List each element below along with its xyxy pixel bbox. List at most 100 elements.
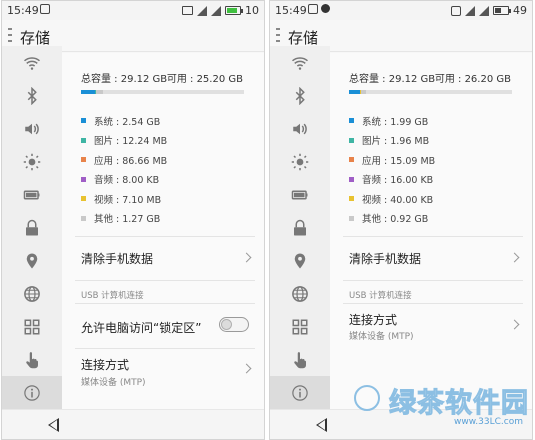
check-notification-icon	[321, 4, 330, 13]
lock-icon	[291, 219, 309, 237]
wifi-icon	[23, 54, 41, 72]
legend-swatch	[81, 118, 86, 124]
settings-category-sidebar	[2, 46, 62, 409]
info-icon	[291, 384, 309, 402]
cell-signal-icon	[479, 5, 489, 16]
image-notification-icon	[308, 4, 318, 14]
legend-item-pictures: 图片 : 1.96 MB	[349, 131, 435, 151]
legend-swatch	[81, 196, 86, 202]
storage-legend: 系统 : 2.54 GB 图片 : 12.24 MB 应用 : 86.66 MB 音频…	[81, 111, 167, 228]
sidebar-category-wifi[interactable]	[2, 46, 62, 79]
legend-swatch	[349, 176, 354, 182]
legend-item-apps: 应用 : 15.09 MB	[349, 150, 435, 170]
legend-label: 图片 : 12.24 MB	[94, 136, 168, 148]
usage-segment-system	[81, 90, 96, 94]
bluetooth-icon	[23, 86, 41, 105]
sidebar-category-location[interactable]	[2, 244, 62, 277]
status-bar: 15:49 49	[270, 1, 532, 20]
battery-icon	[493, 6, 511, 15]
sidebar-category-location[interactable]	[270, 244, 330, 277]
legend-label: 视频 : 40.00 KB	[362, 194, 434, 206]
settings-category-sidebar	[270, 46, 330, 409]
sidebar-category-volume[interactable]	[270, 112, 330, 145]
status-time: 15:49	[7, 4, 39, 17]
sidebar-category-apps-grid[interactable]	[270, 310, 330, 343]
wifi-icon	[291, 54, 309, 72]
toggle-knob	[221, 319, 232, 330]
connection-mode-value: 媒体设备 (MTP)	[349, 332, 414, 342]
legend-label: 音频 : 16.00 KB	[362, 175, 434, 187]
divider	[75, 348, 255, 349]
total-capacity: 总容量 : 29.12 GB	[81, 74, 168, 85]
sidebar-category-touch[interactable]	[270, 343, 330, 376]
battery-level: 49	[513, 4, 527, 17]
available-capacity: 可用 : 25.20 GB	[166, 74, 243, 85]
touch-icon	[23, 351, 41, 369]
legend-item-system: 系统 : 1.99 GB	[349, 111, 435, 131]
battery-icon	[23, 186, 41, 204]
sidebar-category-volume[interactable]	[2, 112, 62, 145]
sidebar-category-wifi[interactable]	[270, 46, 330, 79]
allow-lock-area-toggle[interactable]	[219, 317, 249, 332]
drawer-menu-icon[interactable]	[276, 28, 280, 42]
watermark-logo-icon	[354, 385, 380, 411]
storage-panel: 总容量 : 29.12 GB 可用 : 25.20 GB 系统 : 2.54 G…	[62, 53, 264, 409]
back-button-icon[interactable]	[316, 418, 327, 432]
drawer-menu-icon[interactable]	[8, 28, 12, 42]
sidebar-category-lock[interactable]	[2, 211, 62, 244]
legend-item-video: 视频 : 40.00 KB	[349, 189, 435, 209]
sidebar-category-battery[interactable]	[270, 178, 330, 211]
divider	[75, 280, 255, 281]
chevron-right-icon	[509, 252, 520, 263]
sidebar-category-globe[interactable]	[270, 277, 330, 310]
usage-segment-system	[349, 90, 361, 94]
lock-icon	[23, 219, 41, 237]
sidebar-category-globe[interactable]	[2, 277, 62, 310]
sidebar-category-brightness[interactable]	[270, 145, 330, 178]
message-icon	[182, 6, 193, 15]
connection-mode-label[interactable]: 连接方式	[81, 356, 129, 373]
brightness-icon	[23, 153, 41, 171]
legend-label: 应用 : 15.09 MB	[362, 155, 436, 167]
legend-swatch	[81, 157, 86, 163]
usb-section-header: USB 计算机连接	[81, 291, 144, 301]
allow-lock-area-label: 允许电脑访问“锁定区”	[81, 321, 202, 335]
sidebar-category-bluetooth[interactable]	[2, 79, 62, 112]
wifi-signal-icon	[465, 5, 475, 16]
vibrate-icon	[451, 5, 461, 16]
sidebar-category-apps-grid[interactable]	[2, 310, 62, 343]
location-icon	[23, 252, 41, 270]
clear-phone-data-label[interactable]: 清除手机数据	[349, 250, 421, 267]
legend-swatch	[349, 196, 354, 202]
storage-panel: 总容量 : 29.12 GB 可用 : 26.20 GB 系统 : 1.99 G…	[330, 53, 532, 409]
sidebar-category-info[interactable]	[2, 376, 62, 409]
legend-item-audio: 音频 : 16.00 KB	[349, 170, 435, 190]
sidebar-category-bluetooth[interactable]	[270, 79, 330, 112]
back-button-icon[interactable]	[48, 418, 59, 432]
page-title: 存储	[288, 29, 319, 47]
usb-section-header: USB 计算机连接	[349, 291, 412, 301]
connection-mode-label[interactable]: 连接方式	[349, 311, 397, 328]
clear-phone-data-label[interactable]: 清除手机数据	[81, 250, 153, 267]
total-capacity: 总容量 : 29.12 GB	[349, 74, 436, 85]
screenshot-comparison: 15:49 10 存储 总容量 : 29.12 GB 可用 : 25.20 GB…	[0, 0, 535, 440]
legend-swatch	[349, 157, 354, 163]
cell-signal-icon	[211, 5, 221, 16]
divider	[75, 303, 255, 304]
apps-grid-icon	[291, 318, 309, 336]
sidebar-category-info[interactable]	[270, 376, 330, 409]
sidebar-category-touch[interactable]	[2, 343, 62, 376]
sidebar-category-battery[interactable]	[2, 178, 62, 211]
sidebar-category-lock[interactable]	[270, 211, 330, 244]
navigation-bar	[2, 409, 264, 439]
volume-icon	[291, 120, 309, 138]
globe-icon	[23, 285, 41, 303]
legend-label: 应用 : 86.66 MB	[94, 155, 168, 167]
legend-item-pictures: 图片 : 12.24 MB	[81, 131, 167, 151]
status-time: 15:49	[275, 4, 307, 17]
page-title: 存储	[20, 29, 51, 47]
phone-screen-right: 15:49 49 存储 总容量 : 29.12 GB 可用 : 26.20 GB…	[269, 0, 533, 440]
phone-screen-left: 15:49 10 存储 总容量 : 29.12 GB 可用 : 25.20 GB…	[1, 0, 265, 440]
sidebar-category-brightness[interactable]	[2, 145, 62, 178]
image-notification-icon	[40, 4, 50, 14]
